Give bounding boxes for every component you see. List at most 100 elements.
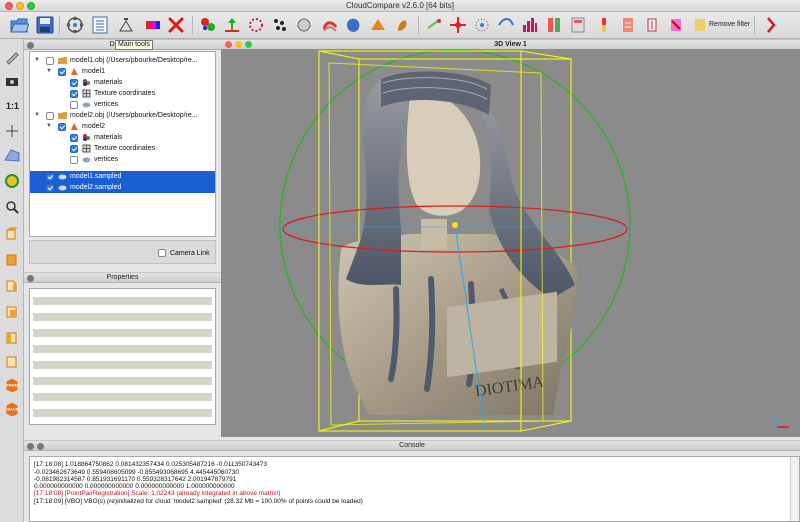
tree-checkbox[interactable] (70, 134, 78, 142)
lighting-button[interactable] (3, 173, 21, 189)
open-file-button[interactable] (9, 15, 30, 35)
tree-checkbox[interactable] (70, 156, 78, 164)
tree-item-materials[interactable]: materials (30, 77, 215, 88)
console-panel[interactable]: [17:18:08] 1.018864750862 0.081432357434… (29, 456, 800, 522)
view-bottom-button[interactable] (3, 353, 21, 369)
delete-button[interactable] (166, 15, 186, 35)
remove-filter-button[interactable]: Remove filter (709, 21, 750, 28)
sample-points-icon (201, 18, 215, 31)
zoom-one-to-one-icon: 1:1 (6, 101, 19, 111)
tree-checkbox[interactable] (58, 68, 66, 76)
view-right-button[interactable] (3, 329, 21, 345)
register-button[interactable] (320, 15, 340, 35)
segment-button[interactable] (448, 15, 468, 35)
pencil-button[interactable] (3, 49, 21, 65)
tree-checkbox[interactable] (70, 90, 78, 98)
color-button[interactable] (368, 15, 388, 35)
sf-arithmetic-icon (623, 18, 633, 32)
delete-icon (168, 17, 184, 33)
sf-remove-button[interactable] (666, 15, 686, 35)
compute-icon (274, 19, 286, 31)
expand-arrow-icon[interactable]: ▼ (46, 66, 52, 77)
sf-filter-button[interactable] (594, 15, 614, 35)
main-toolbar: Remove filter Main tools (0, 12, 800, 50)
camera-button[interactable] (3, 73, 21, 89)
tree-item-vertices[interactable]: vertices (30, 154, 215, 165)
toolbar-separator (754, 16, 755, 35)
sf-gradient-button[interactable] (568, 15, 588, 35)
cross-section-button[interactable] (496, 15, 516, 35)
db-tree[interactable]: ▼ model1.obj (/Users/pbourke/Desktop/re.… (29, 51, 216, 237)
tree-item-model2-obj[interactable]: ▼ model2.obj (/Users/pbourke/Desktop/re.… (30, 110, 215, 121)
view-left-button[interactable] (3, 277, 21, 293)
color-icon (371, 19, 385, 30)
zoom-icon (6, 201, 19, 214)
mesh-button[interactable] (344, 15, 364, 35)
title-bar: CloudCompare v2.6.0 [64 bits] (0, 0, 800, 12)
tree-item-model2[interactable]: ▼ model2 (30, 121, 215, 132)
tree-checkbox[interactable] (46, 173, 54, 181)
tree-item-model1[interactable]: ▼ model1 (30, 66, 215, 77)
tree-item-model1-obj[interactable]: ▼ model1.obj (/Users/pbourke/Desktop/re.… (30, 55, 215, 66)
tree-item-vertices[interactable]: vertices (30, 99, 215, 110)
property-row (33, 329, 212, 337)
camera-link-checkbox[interactable] (158, 249, 166, 257)
tree-checkbox[interactable] (46, 57, 54, 65)
tree-item-model1-sampled[interactable]: model1.sampled (30, 171, 215, 182)
console-scrollbar[interactable] (790, 457, 799, 521)
svg-text:1:1: 1:1 (6, 101, 19, 111)
expand-arrow-icon[interactable]: ▼ (34, 110, 40, 121)
view-iso-front-button[interactable]: FRONT (3, 377, 21, 397)
point-picking-button[interactable] (472, 15, 492, 35)
svg-text:BACK: BACK (7, 407, 19, 412)
expand-arrow-icon[interactable]: ▼ (34, 55, 40, 66)
pivot-button[interactable] (3, 123, 21, 139)
tree-item-materials[interactable]: materials (30, 132, 215, 143)
sample-points-button[interactable] (198, 15, 218, 35)
normals-button[interactable] (222, 15, 242, 35)
cube-icon (6, 254, 17, 266)
3d-view[interactable]: DIOTIMA (221, 49, 800, 437)
shading-button[interactable] (392, 15, 412, 35)
view-back-button[interactable] (3, 303, 21, 319)
histogram-button[interactable] (520, 15, 540, 35)
cube-icon (6, 332, 17, 344)
filter-icon (297, 18, 311, 32)
plugin-button[interactable] (762, 15, 782, 35)
texture-coordinates-icon (82, 89, 91, 98)
edit-button[interactable] (424, 15, 444, 35)
scalar-field-button[interactable] (544, 15, 564, 35)
expand-arrow-icon[interactable]: ▼ (46, 121, 52, 132)
tree-checkbox[interactable] (70, 79, 78, 87)
3d-scene[interactable]: DIOTIMA (221, 49, 800, 437)
properties-panel[interactable] (29, 288, 216, 425)
open-icon (10, 18, 30, 33)
view-front-button[interactable] (3, 251, 21, 267)
tree-checkbox[interactable] (46, 184, 54, 192)
tree-item-model2-sampled[interactable]: model2.sampled (30, 182, 215, 193)
tree-checkbox[interactable] (46, 112, 54, 120)
tree-checkbox[interactable] (70, 145, 78, 153)
subsample-button[interactable] (246, 15, 266, 35)
list-button[interactable] (90, 15, 110, 35)
main-tools-button[interactable] (116, 15, 136, 35)
texture-coordinates-icon (82, 144, 91, 153)
sf-color-button[interactable] (690, 15, 710, 35)
view-top-button[interactable] (3, 225, 21, 241)
color-scale-button[interactable] (143, 15, 163, 35)
translate-rotate-button[interactable] (65, 15, 85, 35)
compute-button[interactable] (270, 15, 290, 35)
sf-convert-button[interactable] (642, 15, 662, 35)
tree-checkbox[interactable] (58, 123, 66, 131)
tree-item-texture-coordinates[interactable]: Texture coordinates (30, 88, 215, 99)
tree-checkbox[interactable] (70, 101, 78, 109)
zoom-button[interactable] (3, 199, 21, 215)
perspective-button[interactable] (3, 147, 21, 163)
camera-link-toggle[interactable]: Camera Link (158, 249, 210, 257)
sf-arithmetic-button[interactable] (618, 15, 638, 35)
zoom-one-to-one-button[interactable]: 1:1 (3, 97, 21, 113)
view-iso-back-button[interactable]: BACK (3, 401, 21, 421)
filter-button[interactable] (294, 15, 314, 35)
tree-item-texture-coordinates[interactable]: Texture coordinates (30, 143, 215, 154)
save-file-button[interactable] (35, 15, 55, 35)
